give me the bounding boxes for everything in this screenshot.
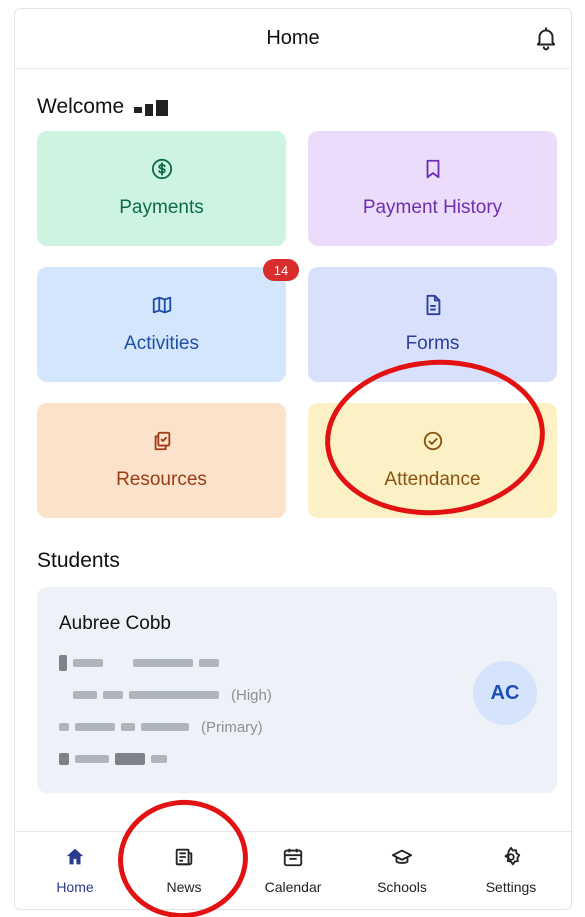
students-heading: Students [37, 549, 120, 572]
activities-badge: 14 [263, 259, 299, 281]
student-card[interactable]: Aubree Cobb (High) (Primary) AC [37, 587, 557, 793]
payment-history-tile[interactable]: Payment History [308, 131, 557, 246]
forms-tile[interactable]: Forms [308, 267, 557, 382]
gear-icon [500, 846, 522, 873]
tab-home-label: Home [56, 879, 94, 895]
attendance-tile[interactable]: Attendance [308, 403, 557, 518]
dollar-icon [151, 158, 173, 185]
document-icon [422, 294, 444, 321]
payments-label: Payments [119, 197, 204, 218]
welcome-message: Welcome [37, 95, 169, 119]
bell-icon[interactable] [533, 25, 559, 51]
activities-label: Activities [124, 333, 199, 354]
graduation-cap-icon [391, 846, 413, 873]
school-type-primary: (Primary) [201, 718, 263, 736]
tab-schools-label: Schools [377, 879, 427, 895]
forms-label: Forms [405, 333, 460, 354]
welcome-label: Welcome [37, 95, 125, 118]
student-detail-row [59, 653, 219, 673]
tab-news[interactable]: News [134, 832, 234, 909]
page-title: Home [266, 27, 320, 49]
home-icon [64, 846, 86, 873]
tab-schools[interactable]: Schools [352, 832, 452, 909]
student-detail-row [59, 749, 167, 769]
avatar: AC [473, 661, 537, 725]
clipboard-copy-icon [151, 430, 173, 457]
student-name: Aubree Cobb [59, 613, 171, 634]
activities-tile[interactable]: Activities [37, 267, 286, 382]
payments-tile[interactable]: Payments [37, 131, 286, 246]
tab-news-label: News [166, 879, 202, 895]
school-type-high: (High) [231, 686, 272, 704]
tab-settings-label: Settings [485, 879, 537, 895]
news-icon [173, 846, 195, 873]
resources-tile[interactable]: Resources [37, 403, 286, 518]
resources-label: Resources [116, 469, 207, 490]
map-icon [151, 294, 173, 321]
attendance-label: Attendance [384, 469, 481, 490]
calendar-icon [282, 846, 304, 873]
app-frame: Home Welcome Payments Payment History Ac… [14, 8, 572, 910]
redacted-name [134, 98, 169, 116]
check-circle-icon [422, 430, 444, 457]
top-bar: Home [15, 9, 571, 69]
tab-home[interactable]: Home [25, 832, 125, 909]
payment-history-label: Payment History [362, 197, 503, 218]
bookmark-icon [422, 158, 444, 185]
tab-settings[interactable]: Settings [461, 832, 561, 909]
bottom-nav: Home News Calendar Schools Settings [15, 831, 571, 909]
student-school-row: (Primary) [59, 717, 263, 737]
tab-calendar-label: Calendar [264, 879, 322, 895]
tab-calendar[interactable]: Calendar [243, 832, 343, 909]
student-school-row: (High) [59, 685, 272, 705]
